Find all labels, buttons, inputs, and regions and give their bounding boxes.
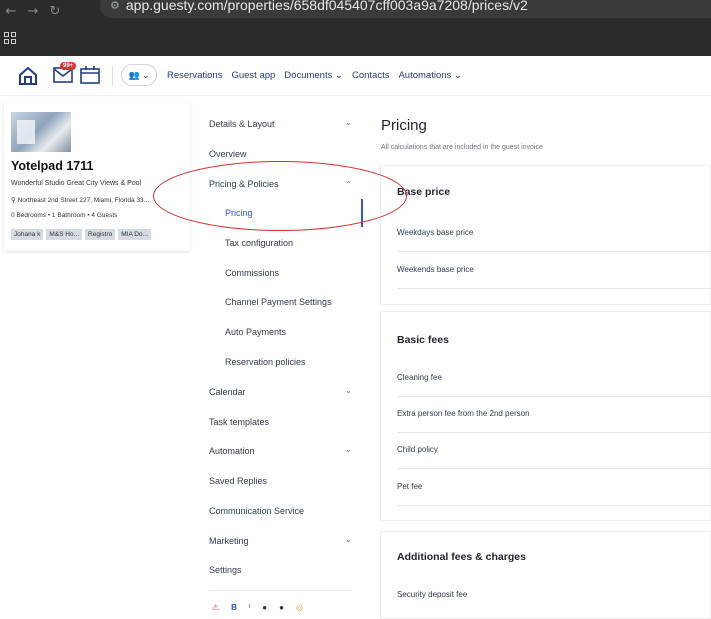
apps-grid-icon[interactable] [4, 32, 16, 44]
divider [209, 590, 352, 591]
property-address: ⚲ Northeast 2nd Street 227, Miami, Flori… [11, 197, 150, 204]
sidebar-item-pricing-policies[interactable]: Pricing & Policies [209, 179, 279, 189]
sidebar-item-commissions[interactable]: Commissions [225, 268, 279, 278]
additional-fees-section: Additional fees & charges Security depos… [380, 531, 711, 619]
people-menu-button[interactable]: 👥 ⌄ [121, 64, 157, 86]
property-tags: Johana k M&S Ho... Registro MIA Do... [11, 229, 151, 240]
sidebar-item-auto-payments[interactable]: Auto Payments [225, 327, 286, 337]
tag[interactable]: Registro [85, 229, 116, 240]
property-description: Wonderful Studio Great City Views & Pool [11, 180, 142, 187]
page-subtitle: All calculations that are included in th… [381, 144, 543, 151]
channel-icon[interactable]: ᴵ [249, 603, 250, 612]
property-name: Yotelpad 1711 [11, 159, 94, 173]
weekends-base-price-row[interactable]: Weekends base price [397, 265, 474, 274]
chevron-down-icon[interactable]: ⌄ [345, 386, 352, 395]
airbnb-icon[interactable]: ⚠ [212, 603, 219, 612]
row-divider [397, 396, 711, 397]
settings-sidebar: Details & Layout ⌄ Overview Pricing & Po… [198, 103, 364, 619]
security-deposit-fee-row[interactable]: Security deposit fee [397, 590, 467, 599]
sidebar-item-saved-replies[interactable]: Saved Replies [209, 476, 267, 486]
pet-fee-row[interactable]: Pet fee [397, 482, 422, 491]
browser-toolbar: ← → ↻ ⚙ app.guesty.com/properties/658df0… [0, 0, 711, 22]
top-nav: Reservations Guest app Documents ⌄ Conta… [167, 70, 462, 81]
sidebar-item-pricing[interactable]: Pricing [225, 208, 253, 218]
child-policy-row[interactable]: Child policy [397, 445, 438, 454]
pricing-panel: Pricing All calculations that are includ… [372, 103, 711, 619]
section-title: Base price [397, 186, 451, 198]
row-divider [397, 505, 711, 506]
sidebar-item-marketing[interactable]: Marketing [209, 536, 249, 546]
sidebar-item-automation[interactable]: Automation [209, 446, 255, 456]
sidebar-item-channel-payment-settings[interactable]: Channel Payment Settings [225, 297, 332, 307]
basic-fees-section: Basic fees Cleaning fee Extra person fee… [380, 311, 711, 521]
arrow-left-icon[interactable]: ← [0, 4, 22, 19]
sidebar-item-task-templates[interactable]: Task templates [209, 417, 269, 427]
nav-automations[interactable]: Automations ⌄ [398, 70, 461, 81]
tag[interactable]: M&S Ho... [46, 229, 83, 240]
property-photo[interactable] [11, 112, 71, 152]
channel-icon[interactable]: ● [262, 603, 267, 612]
chevron-up-icon[interactable]: ⌃ [345, 180, 352, 189]
chevron-down-icon[interactable]: ⌄ [345, 445, 352, 454]
channel-icons: ⚠ B ᴵ ● ● ◎ [212, 603, 303, 612]
channel-icon[interactable]: ◎ [296, 603, 303, 612]
extra-person-fee-row[interactable]: Extra person fee from the 2nd person [397, 409, 530, 418]
cleaning-fee-row[interactable]: Cleaning fee [397, 373, 442, 382]
chevron-down-icon[interactable]: ⌄ [345, 118, 352, 127]
row-divider [397, 468, 711, 469]
url-text[interactable]: app.guesty.com/properties/658df045407cff… [126, 0, 528, 13]
sidebar-item-settings[interactable]: Settings [209, 565, 242, 575]
calendar-icon[interactable] [80, 66, 100, 84]
nav-reservations[interactable]: Reservations [167, 70, 222, 81]
page-title: Pricing [381, 117, 427, 134]
row-divider [397, 251, 711, 252]
people-icon: 👥 [128, 69, 140, 80]
sidebar-item-reservation-policies[interactable]: Reservation policies [225, 357, 306, 367]
address-bar[interactable]: ⚙ app.guesty.com/properties/658df045407c… [100, 0, 711, 18]
row-divider [397, 288, 711, 289]
app-header: 99+ 👥 ⌄ Reservations Guest app Documents… [0, 56, 711, 96]
weekdays-base-price-row[interactable]: Weekdays base price [397, 228, 473, 237]
sidebar-item-communication-service[interactable]: Communication Service [209, 506, 304, 516]
reload-icon[interactable]: ↻ [44, 4, 66, 19]
nav-documents[interactable]: Documents ⌄ [284, 70, 343, 81]
section-title: Additional fees & charges [397, 551, 526, 563]
inbox-badge: 99+ [60, 62, 77, 70]
sidebar-item-overview[interactable]: Overview [209, 149, 247, 159]
chevron-down-icon[interactable]: ⌄ [345, 535, 352, 544]
bookmarks-bar [0, 22, 711, 56]
tag[interactable]: Johana k [11, 229, 44, 240]
sidebar-item-calendar[interactable]: Calendar [209, 387, 246, 397]
header-divider [112, 66, 113, 86]
property-meta: 0 Bedrooms • 1 Bathroom • 4 Guests [11, 212, 118, 219]
sidebar-item-tax-configuration[interactable]: Tax configuration [225, 238, 293, 248]
tag[interactable]: MIA Do... [118, 229, 151, 240]
nav-guest-app[interactable]: Guest app [231, 70, 275, 81]
section-title: Basic fees [397, 334, 449, 346]
arrow-right-icon[interactable]: → [22, 4, 44, 19]
site-info-icon[interactable]: ⚙ [110, 0, 120, 12]
row-divider [397, 432, 711, 433]
base-price-section: Base price Weekdays base price Weekends … [380, 165, 711, 305]
location-pin-icon: ⚲ [11, 197, 16, 204]
active-indicator [361, 199, 363, 227]
channel-icon[interactable]: ● [279, 603, 284, 612]
property-card: Yotelpad 1711 Wonderful Studio Great Cit… [4, 103, 190, 251]
booking-icon[interactable]: B [231, 603, 237, 612]
chevron-down-icon: ⌄ [141, 69, 150, 80]
sidebar-item-details-layout[interactable]: Details & Layout [209, 119, 275, 129]
nav-contacts[interactable]: Contacts [352, 70, 390, 81]
home-icon[interactable] [17, 65, 39, 87]
